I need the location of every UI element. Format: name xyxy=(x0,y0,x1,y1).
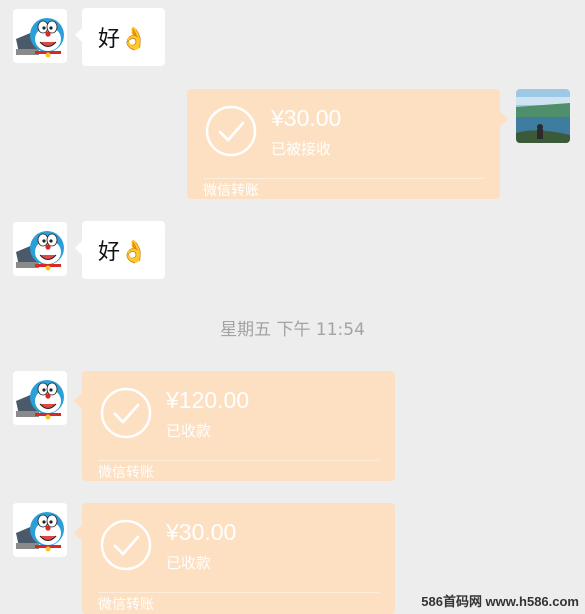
transfer-card[interactable]: ¥30.00 已收款 微信转账 xyxy=(74,503,395,614)
check-circle-icon xyxy=(205,105,257,157)
message-text-bubble[interactable]: 好👌 xyxy=(75,8,165,66)
doraemon-avatar-icon xyxy=(13,9,67,63)
contact-avatar[interactable] xyxy=(13,9,67,63)
transfer-amount: ¥120.00 xyxy=(166,387,250,413)
transfer-divider xyxy=(98,460,379,461)
transfer-divider xyxy=(203,178,484,179)
transfer-divider xyxy=(98,592,379,593)
transfer-card[interactable]: ¥120.00 已收款 微信转账 xyxy=(74,371,395,481)
transfer-status: 已被接收 xyxy=(271,140,332,158)
transfer-amount: ¥30.00 xyxy=(271,105,342,131)
message-text: 好👌 xyxy=(98,240,148,265)
chat-timestamp: 星期五 下午 11:54 xyxy=(220,320,365,340)
transfer-footer: 微信转账 xyxy=(98,597,154,613)
site-watermark: 586首码网 www.h586.com xyxy=(421,594,579,609)
check-circle-icon xyxy=(100,387,152,439)
contact-avatar[interactable] xyxy=(13,222,67,276)
transfer-card[interactable]: ¥30.00 已被接收 微信转账 xyxy=(187,89,508,199)
transfer-footer: 微信转账 xyxy=(203,183,259,199)
contact-avatar[interactable] xyxy=(13,503,67,557)
doraemon-avatar-icon xyxy=(13,371,67,425)
landscape-photo-avatar xyxy=(516,89,570,143)
my-avatar[interactable] xyxy=(516,89,570,143)
message-text-bubble[interactable]: 好👌 xyxy=(75,221,165,279)
transfer-amount: ¥30.00 xyxy=(166,519,237,545)
transfer-status: 已收款 xyxy=(166,422,212,440)
transfer-status: 已收款 xyxy=(166,554,212,572)
check-circle-icon xyxy=(100,519,152,571)
contact-avatar[interactable] xyxy=(13,371,67,425)
doraemon-avatar-icon xyxy=(13,222,67,276)
doraemon-avatar-icon xyxy=(13,503,67,557)
transfer-footer: 微信转账 xyxy=(98,465,154,481)
message-text: 好👌 xyxy=(98,27,148,52)
